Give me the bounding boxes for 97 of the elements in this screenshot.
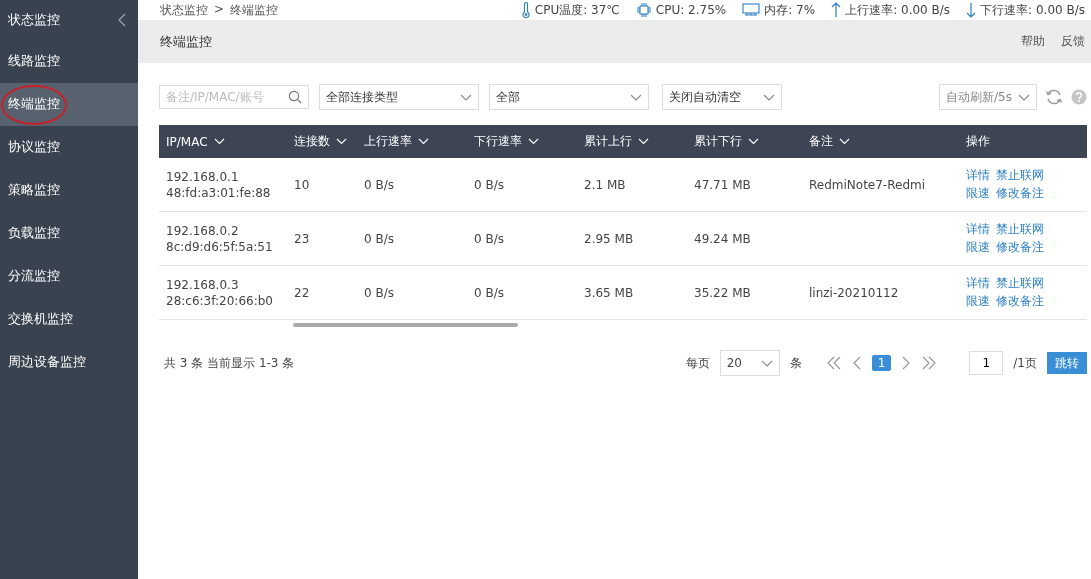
caret-icon [460, 93, 472, 101]
action-link[interactable]: 禁止联网 [996, 275, 1044, 292]
sort-caret-icon[interactable] [748, 138, 759, 145]
status-text: 内存: 7% [764, 1, 816, 19]
action-link[interactable]: 限速 [966, 185, 990, 202]
sort-caret-icon[interactable] [418, 138, 429, 145]
table-cell-text: 0 B/s [473, 285, 505, 300]
table-cell-text: 0 B/s [473, 231, 505, 246]
table-cell-text: 0 B/s [473, 177, 505, 192]
sidebar-item[interactable]: 协议监控 [0, 126, 138, 169]
sidebar-item[interactable]: 分流监控 [0, 255, 138, 298]
chip-icon [635, 2, 652, 18]
column-header[interactable]: 上行速率 [357, 133, 467, 150]
table-cell-text: 0 B/s [363, 231, 395, 246]
column-header[interactable]: 备注 [797, 133, 959, 150]
column-header[interactable]: IP/MAC [159, 134, 287, 149]
breadcrumb-item[interactable]: 状态监控 [160, 1, 208, 19]
search-icon[interactable] [288, 90, 302, 104]
table-cell-text: 3.65 MB [583, 285, 635, 300]
status-text: CPU: 2.75% [655, 3, 727, 17]
caret-icon [1018, 93, 1030, 101]
sidebar-item[interactable]: 负载监控 [0, 212, 138, 255]
per-page-label: 每页 [685, 354, 710, 372]
table-cell-text: 49.24 MB [693, 231, 752, 246]
up-arrow-icon [831, 2, 842, 18]
action-link[interactable]: 修改备注 [996, 185, 1044, 202]
sidebar-item[interactable]: 线路监控 [0, 40, 138, 83]
search-field[interactable]: 备注/IP/MAC/账号 [159, 85, 309, 109]
thermometer-icon [520, 2, 531, 18]
status-text: 下行速率: 0.00 B/s [980, 1, 1085, 19]
status-text: CPU温度: 37℃ [534, 1, 620, 19]
table-cell: RedmiNote7-Redmi [809, 177, 925, 192]
action-link[interactable]: 禁止联网 [996, 167, 1044, 184]
table-cell-text: 23 [293, 231, 311, 246]
table-cell-text: 2.95 MB [583, 231, 635, 246]
sidebar-item[interactable]: 策略监控 [0, 169, 138, 212]
column-header[interactable]: 下行速率 [467, 133, 577, 150]
record-summary: 共 3 条 当前显示 1-3 条 [164, 354, 295, 372]
monitor-icon [742, 3, 761, 17]
previous-page-icon[interactable] [851, 356, 862, 370]
table-cell-text: 22 [293, 285, 311, 300]
column-header[interactable]: 连接数 [287, 133, 357, 150]
refresh-icon[interactable] [1045, 88, 1063, 106]
first-page-icon[interactable] [825, 356, 842, 370]
column-header: 操作 [965, 133, 991, 150]
caret-icon [630, 93, 642, 101]
refresh-interval-dropdown[interactable]: 自动刷新/5s [939, 84, 1037, 110]
sort-caret-icon[interactable] [336, 138, 347, 145]
page-size-dropdown[interactable]: 20 [719, 350, 780, 376]
action-link[interactable]: 详情 [966, 275, 990, 292]
table-cell-text: 35.22 MB [693, 285, 752, 300]
table-cell-text: 10 [293, 177, 311, 192]
next-page-icon[interactable] [901, 356, 912, 370]
sidebar-item[interactable]: 终端监控 [0, 83, 138, 126]
sort-caret-icon[interactable] [638, 138, 649, 145]
sort-caret-icon[interactable] [839, 138, 850, 145]
action-link[interactable]: 限速 [966, 239, 990, 256]
table-cell-text: 0 B/s [363, 285, 395, 300]
caret-icon [760, 359, 773, 367]
table-cell-text: 192.168.0.1 48:fd:a3:01:fe:88 [165, 169, 272, 200]
scrollbar-thumb[interactable] [293, 323, 518, 327]
dropdown[interactable]: 全部 [489, 84, 649, 110]
sidebar-title: 状态监控 [8, 11, 60, 29]
column-header[interactable]: 累计下行 [687, 133, 797, 150]
header-link[interactable]: 反馈 [1061, 33, 1085, 50]
action-link[interactable]: 修改备注 [996, 239, 1044, 256]
dropdown[interactable]: 关闭自动清空 [662, 84, 782, 110]
status-text: 上行速率: 0.00 B/s [845, 1, 951, 19]
breadcrumb-item: 终端监控 [230, 1, 279, 19]
action-link[interactable]: 限速 [966, 293, 990, 310]
table-cell: linzi-20210112 [809, 285, 899, 300]
table-cell-text: 47.71 MB [693, 177, 752, 192]
total-pages: /1页 [1013, 354, 1037, 372]
sort-caret-icon[interactable] [213, 138, 225, 145]
page-title: 终端监控 [160, 32, 212, 51]
action-link[interactable]: 禁止联网 [996, 221, 1044, 238]
caret-icon [763, 93, 775, 101]
action-link[interactable]: 修改备注 [996, 293, 1044, 310]
table-cell-text: 2.1 MB [583, 177, 627, 192]
breadcrumb-separator: > [214, 1, 225, 18]
annotation-circle [0, 84, 68, 126]
table-cell-text: 192.168.0.2 8c:d9:d6:5f:5a:51 [165, 223, 274, 254]
collapse-icon[interactable] [118, 13, 126, 27]
column-header[interactable]: 累计上行 [577, 133, 687, 150]
action-link[interactable]: 详情 [966, 221, 990, 238]
sidebar-item[interactable]: 交换机监控 [0, 298, 138, 341]
sort-caret-icon[interactable] [528, 138, 539, 145]
action-link[interactable]: 详情 [966, 167, 990, 184]
per-page-unit: 条 [789, 354, 802, 372]
table-cell-text: 192.168.0.3 28:c6:3f:20:66:b0 [165, 277, 274, 308]
sidebar-item[interactable]: 周边设备监控 [0, 341, 138, 384]
header-link[interactable]: 帮助 [1021, 33, 1045, 50]
page-input[interactable]: 1 [969, 351, 1004, 375]
down-arrow-icon [966, 2, 977, 18]
last-page-icon[interactable] [921, 356, 938, 370]
table-cell-text: 0 B/s [363, 177, 395, 192]
dropdown[interactable]: 全部连接类型 [319, 84, 479, 110]
